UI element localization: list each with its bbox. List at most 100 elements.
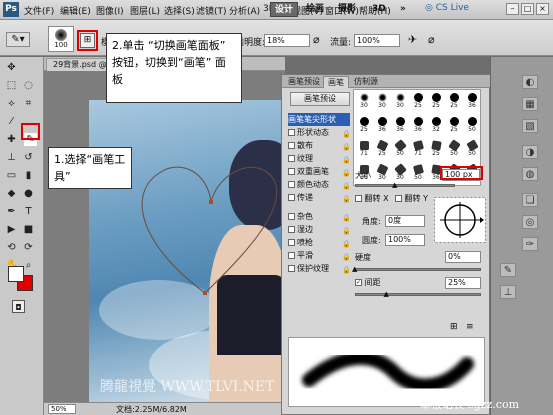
brush-tip[interactable]: 25 <box>356 116 372 140</box>
option-airbrush[interactable]: 喷枪 🔒 <box>288 236 351 249</box>
option-noise[interactable]: 杂色 🔒 <box>288 210 351 223</box>
option-texture[interactable]: 纹理 🔒 <box>288 152 351 165</box>
size-slider-thumb[interactable]: ▲ <box>392 181 397 189</box>
tab-brush-presets[interactable]: 画笔预设 <box>284 76 324 88</box>
styles-panel-icon[interactable]: ▧ <box>522 119 538 133</box>
workspace-more-button[interactable]: » <box>396 2 410 17</box>
option-shape-dynamics[interactable]: 形状动态 🔒 <box>288 126 351 139</box>
option-scattering[interactable]: 散布 🔒 <box>288 139 351 152</box>
spacing-input[interactable]: 25% <box>445 277 481 289</box>
brush-tip[interactable]: 25 <box>428 140 444 164</box>
spacing-option[interactable]: ✓ 间距 <box>355 277 381 288</box>
menu-edit[interactable]: 编辑(E) <box>60 4 91 17</box>
option-protect-texture[interactable]: 保护纹理 🔒 <box>288 262 351 275</box>
swatches-panel-icon[interactable]: ▦ <box>522 97 538 111</box>
flip-y-option[interactable]: 翻转 Y <box>395 193 428 204</box>
workspace-design[interactable]: 设计 <box>270 2 299 17</box>
brush-tip[interactable]: 50 <box>464 139 480 164</box>
brush-tip[interactable]: 36 <box>410 116 426 140</box>
brush-panel-collapsed-icon[interactable]: ✎ <box>500 263 516 277</box>
lock-icon[interactable]: 🔒 <box>342 193 351 206</box>
panel-menu-icon[interactable]: ≡ <box>466 322 474 332</box>
hardness-slider[interactable]: ▲ <box>352 265 481 273</box>
gradient-tool-icon[interactable]: ▮ <box>22 169 35 182</box>
history-brush-tool-icon[interactable]: ↺ <box>22 151 35 164</box>
pen-tool-icon[interactable]: ✒ <box>5 205 18 218</box>
masks-panel-icon[interactable]: ◍ <box>522 167 538 181</box>
brush-tip[interactable]: 50 <box>464 116 480 140</box>
menu-filter[interactable]: 滤镜(T) <box>196 4 227 17</box>
spacing-checkbox[interactable]: ✓ <box>355 279 362 286</box>
option-dual-brush[interactable]: 双重画笔 🔒 <box>288 165 351 178</box>
brush-tip[interactable]: 50 <box>410 163 426 185</box>
option-color-dynamics[interactable]: 颜色动态 🔒 <box>288 178 351 191</box>
roundness-input[interactable]: 100% <box>385 234 425 246</box>
menu-select[interactable]: 选择(S) <box>164 4 195 17</box>
airbrush-icon[interactable]: ✈ <box>408 33 417 46</box>
checkbox[interactable] <box>288 194 295 201</box>
option-wet-edges[interactable]: 湿边 🔒 <box>288 223 351 236</box>
brush-presets-button[interactable]: 画笔预设 <box>290 92 350 106</box>
checkbox[interactable] <box>288 129 295 136</box>
spacing-slider-thumb[interactable]: ▲ <box>384 290 389 298</box>
flip-y-checkbox[interactable] <box>395 195 402 202</box>
tab-clone-source[interactable]: 仿制源 <box>350 76 382 88</box>
brush-tip[interactable]: 71 <box>410 139 426 164</box>
color-panel-icon[interactable]: ◐ <box>522 75 538 89</box>
menu-file[interactable]: 文件(F) <box>24 4 54 17</box>
eyedropper-tool-icon[interactable]: ⁄ <box>5 115 18 128</box>
brush-tip[interactable]: 36 <box>392 116 408 140</box>
brush-tip[interactable]: 25 <box>374 139 390 164</box>
dodge-tool-icon[interactable]: ● <box>22 187 35 200</box>
flip-x-checkbox[interactable] <box>355 195 362 202</box>
tab-brush[interactable]: 画笔 <box>323 76 349 88</box>
zoom-field[interactable]: 50% <box>48 404 76 414</box>
close-button[interactable]: × <box>536 3 549 15</box>
workspace-photo[interactable]: 摄影 <box>334 2 360 17</box>
brush-tip[interactable]: 32 <box>428 116 444 140</box>
hardness-input[interactable]: 0% <box>445 251 481 263</box>
3d-rotate-tool-icon[interactable]: ⟲ <box>5 241 18 254</box>
canvas-image[interactable] <box>89 100 285 402</box>
spacing-slider[interactable]: ▲ <box>355 290 481 298</box>
layers-panel-icon[interactable]: ❏ <box>522 193 538 207</box>
brush-tip[interactable]: 50 <box>392 139 408 164</box>
checkbox[interactable] <box>288 155 295 162</box>
menu-image[interactable]: 图像(I) <box>96 4 124 17</box>
workspace-3d[interactable]: 3D <box>368 2 390 17</box>
paths-panel-icon[interactable]: ✑ <box>522 237 538 251</box>
brush-tip[interactable]: 71 <box>356 140 372 164</box>
brush-tip[interactable]: 36 <box>464 92 480 116</box>
lasso-tool-icon[interactable]: ◌ <box>22 79 35 92</box>
checkbox[interactable] <box>288 252 295 259</box>
maximize-button[interactable]: □ <box>521 3 534 15</box>
quick-select-tool-icon[interactable]: ⟡ <box>5 97 18 110</box>
brush-tip[interactable]: 30 <box>356 92 372 116</box>
blur-tool-icon[interactable]: ◆ <box>5 187 18 200</box>
minimize-button[interactable]: – <box>506 3 519 15</box>
clone-source-panel-icon[interactable]: ⊥ <box>500 285 516 299</box>
flip-x-option[interactable]: 翻转 X <box>355 193 389 204</box>
angle-input[interactable]: 0度 <box>385 215 425 227</box>
option-transfer[interactable]: 传递 🔒 <box>288 191 351 206</box>
checkbox[interactable] <box>288 142 295 149</box>
checkbox[interactable] <box>288 239 295 246</box>
eraser-tool-icon[interactable]: ▭ <box>5 169 18 182</box>
brush-tip[interactable]: 30 <box>374 163 390 185</box>
brush-tip[interactable]: 25 <box>446 116 462 140</box>
tool-preset-picker[interactable]: ✎▾ <box>6 32 30 47</box>
clone-stamp-tool-icon[interactable]: ⊥ <box>5 151 18 164</box>
channels-panel-icon[interactable]: ◎ <box>522 215 538 229</box>
brush-tip[interactable]: 25 <box>428 92 444 116</box>
cs-live-button[interactable]: ◎ CS Live <box>425 3 469 13</box>
workspace-paint[interactable]: 绘画 <box>302 2 328 17</box>
path-select-tool-icon[interactable]: ▶ <box>5 223 18 236</box>
brush-tip[interactable]: 25 <box>446 92 462 116</box>
brush-tip[interactable]: 25 <box>410 92 426 116</box>
hardness-slider-thumb[interactable]: ▲ <box>352 265 357 273</box>
brush-tip[interactable]: 30 <box>392 92 408 116</box>
menu-layer[interactable]: 图层(L) <box>130 4 160 17</box>
3d-camera-tool-icon[interactable]: ⟳ <box>22 241 35 254</box>
shape-tool-icon[interactable]: ■ <box>22 223 35 236</box>
opacity-input[interactable]: 18% <box>264 34 310 47</box>
